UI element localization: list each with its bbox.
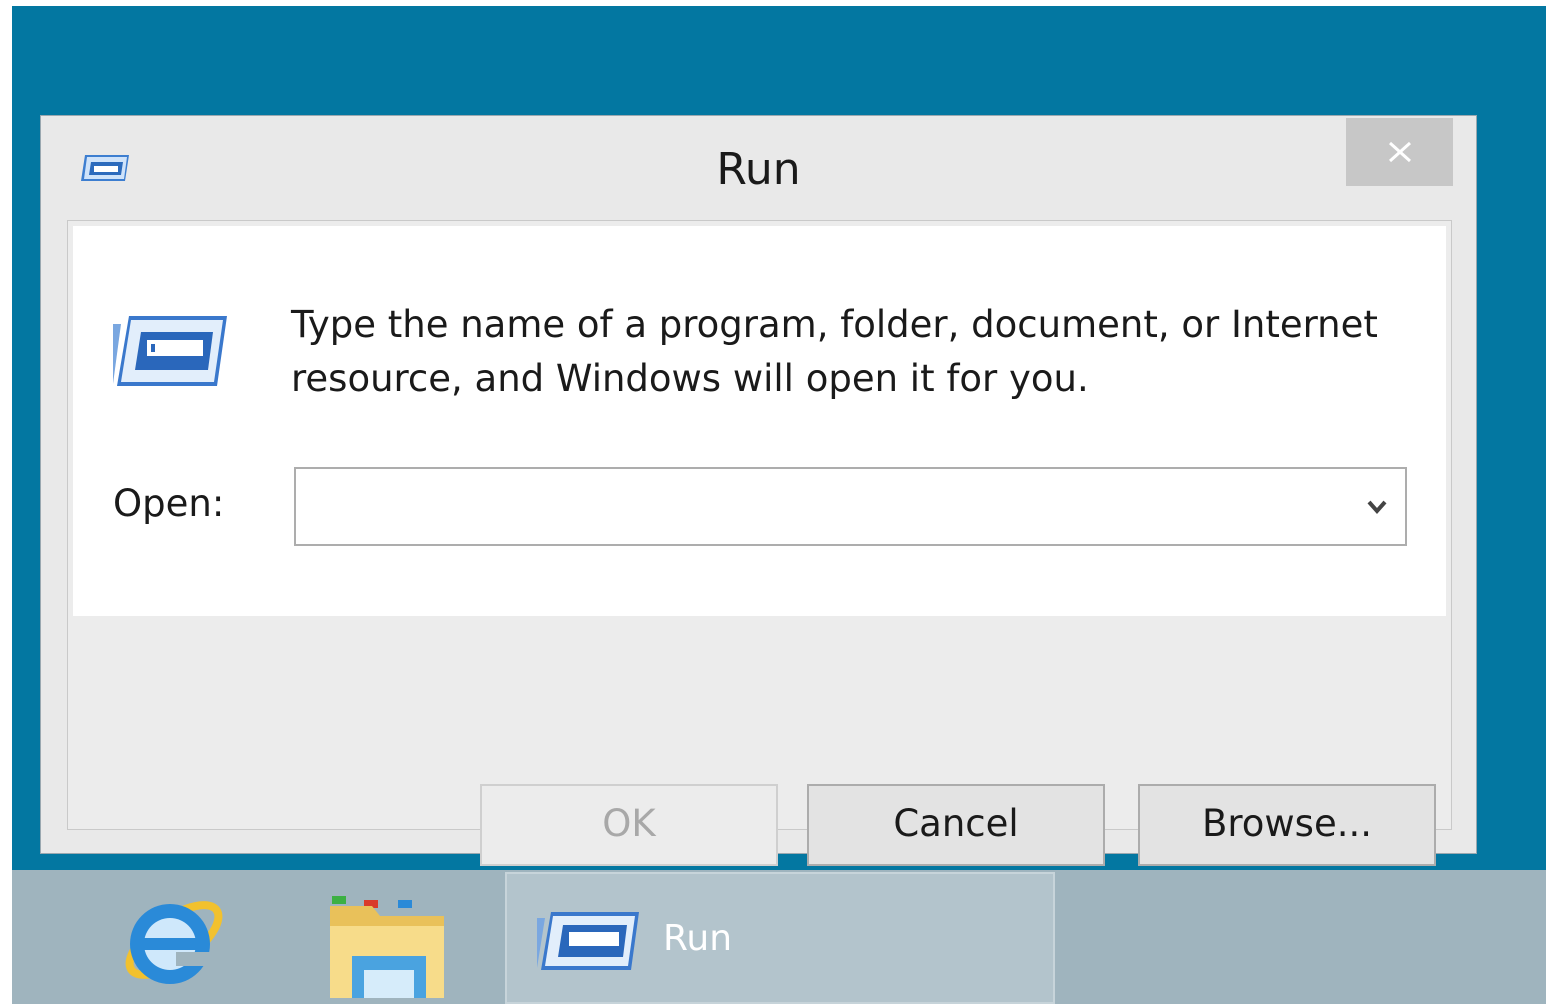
run-icon <box>113 316 227 386</box>
dialog-description: Type the name of a program, folder, docu… <box>291 303 1378 400</box>
run-icon <box>537 912 639 970</box>
dialog-title: Run <box>716 144 801 195</box>
taskbar: Run <box>12 870 1546 1004</box>
browse-button[interactable]: Browse... <box>1138 784 1436 866</box>
close-icon <box>1388 141 1412 163</box>
dialog-client-area: Type the name of a program, folder, docu… <box>67 220 1452 866</box>
file-explorer-icon[interactable] <box>322 886 452 1004</box>
taskbar-item-label: Run <box>663 918 733 959</box>
internet-explorer-icon[interactable] <box>112 878 232 998</box>
run-dialog: Run Type the name of a program, folder, … <box>40 115 1477 866</box>
open-combobox[interactable] <box>294 467 1407 546</box>
taskbar-item-run[interactable]: Run <box>505 872 1055 1004</box>
open-label: Open: <box>113 482 225 525</box>
chevron-down-icon[interactable] <box>1359 489 1395 525</box>
close-button[interactable] <box>1346 118 1453 186</box>
screen: Run Type the name of a program, folder, … <box>0 0 1546 1004</box>
ok-button[interactable]: OK <box>480 784 778 866</box>
cancel-button[interactable]: Cancel <box>807 784 1105 866</box>
open-input[interactable] <box>304 477 1324 535</box>
dialog-content-panel: Type the name of a program, folder, docu… <box>73 226 1446 616</box>
